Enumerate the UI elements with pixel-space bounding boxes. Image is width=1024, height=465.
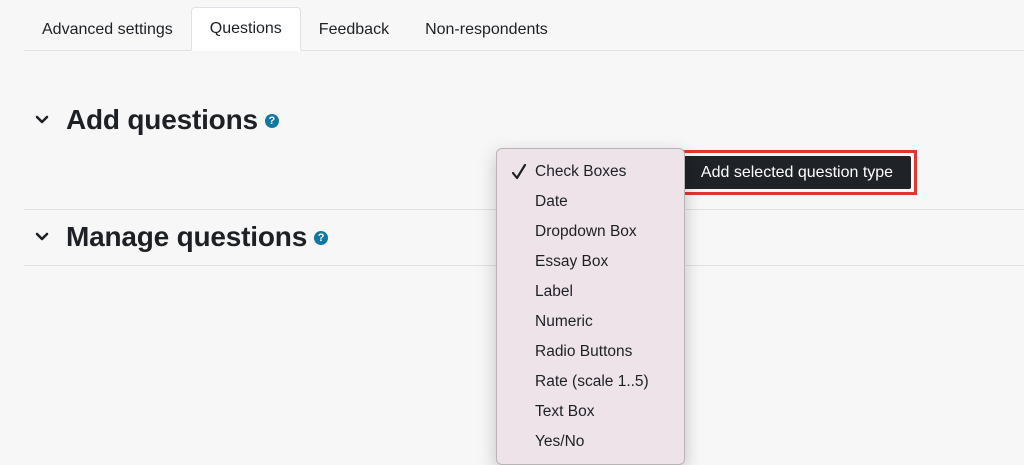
option-label: Date: [535, 193, 568, 210]
option-radio-buttons[interactable]: Radio Buttons: [497, 337, 684, 367]
option-rate-scale[interactable]: Rate (scale 1..5): [497, 367, 684, 397]
option-label: Rate (scale 1..5): [535, 373, 649, 390]
option-date[interactable]: Date: [497, 187, 684, 217]
option-label: Dropdown Box: [535, 223, 637, 240]
option-numeric[interactable]: Numeric: [497, 307, 684, 337]
chevron-down-icon-svg: [35, 115, 49, 124]
option-label: Check Boxes: [535, 163, 627, 180]
option-label: Radio Buttons: [535, 343, 633, 360]
option-essay-box[interactable]: Essay Box: [497, 247, 684, 277]
tab-feedback[interactable]: Feedback: [301, 8, 407, 51]
option-label: Numeric: [535, 313, 593, 330]
option-label-type[interactable]: Label: [497, 277, 684, 307]
tab-non-respondents[interactable]: Non-respondents: [407, 8, 566, 51]
question-type-dropdown[interactable]: Check Boxes Date Dropdown Box Essay Box …: [496, 148, 685, 465]
tab-advanced-settings[interactable]: Advanced settings: [24, 8, 191, 51]
tab-bar: Advanced settings Questions Feedback Non…: [24, 0, 1024, 51]
checkmark-icon: [511, 163, 527, 180]
help-icon[interactable]: ?: [264, 114, 279, 128]
option-text-box[interactable]: Text Box: [497, 397, 684, 427]
option-check-boxes[interactable]: Check Boxes: [497, 157, 684, 187]
add-questions-header: Add questions ?: [24, 104, 1024, 136]
chevron-down-icon[interactable]: [34, 229, 50, 245]
option-label: Essay Box: [535, 253, 609, 270]
add-questions-title: Add questions: [66, 104, 258, 135]
add-selected-question-type-button[interactable]: Add selected question type: [683, 156, 911, 189]
chevron-down-icon[interactable]: [34, 112, 50, 128]
option-yes-no[interactable]: Yes/No: [497, 427, 684, 457]
option-dropdown-box[interactable]: Dropdown Box: [497, 217, 684, 247]
tab-questions[interactable]: Questions: [190, 7, 301, 51]
help-icon[interactable]: ?: [314, 231, 329, 245]
option-label: Label: [535, 283, 573, 300]
manage-questions-title: Manage questions: [66, 221, 308, 252]
chevron-down-icon-svg: [35, 232, 49, 241]
option-label: Text Box: [535, 403, 595, 420]
add-button-highlight: Add selected question type: [677, 150, 917, 195]
option-label: Yes/No: [535, 433, 585, 450]
add-questions-section: Add questions ?: [24, 104, 1024, 136]
